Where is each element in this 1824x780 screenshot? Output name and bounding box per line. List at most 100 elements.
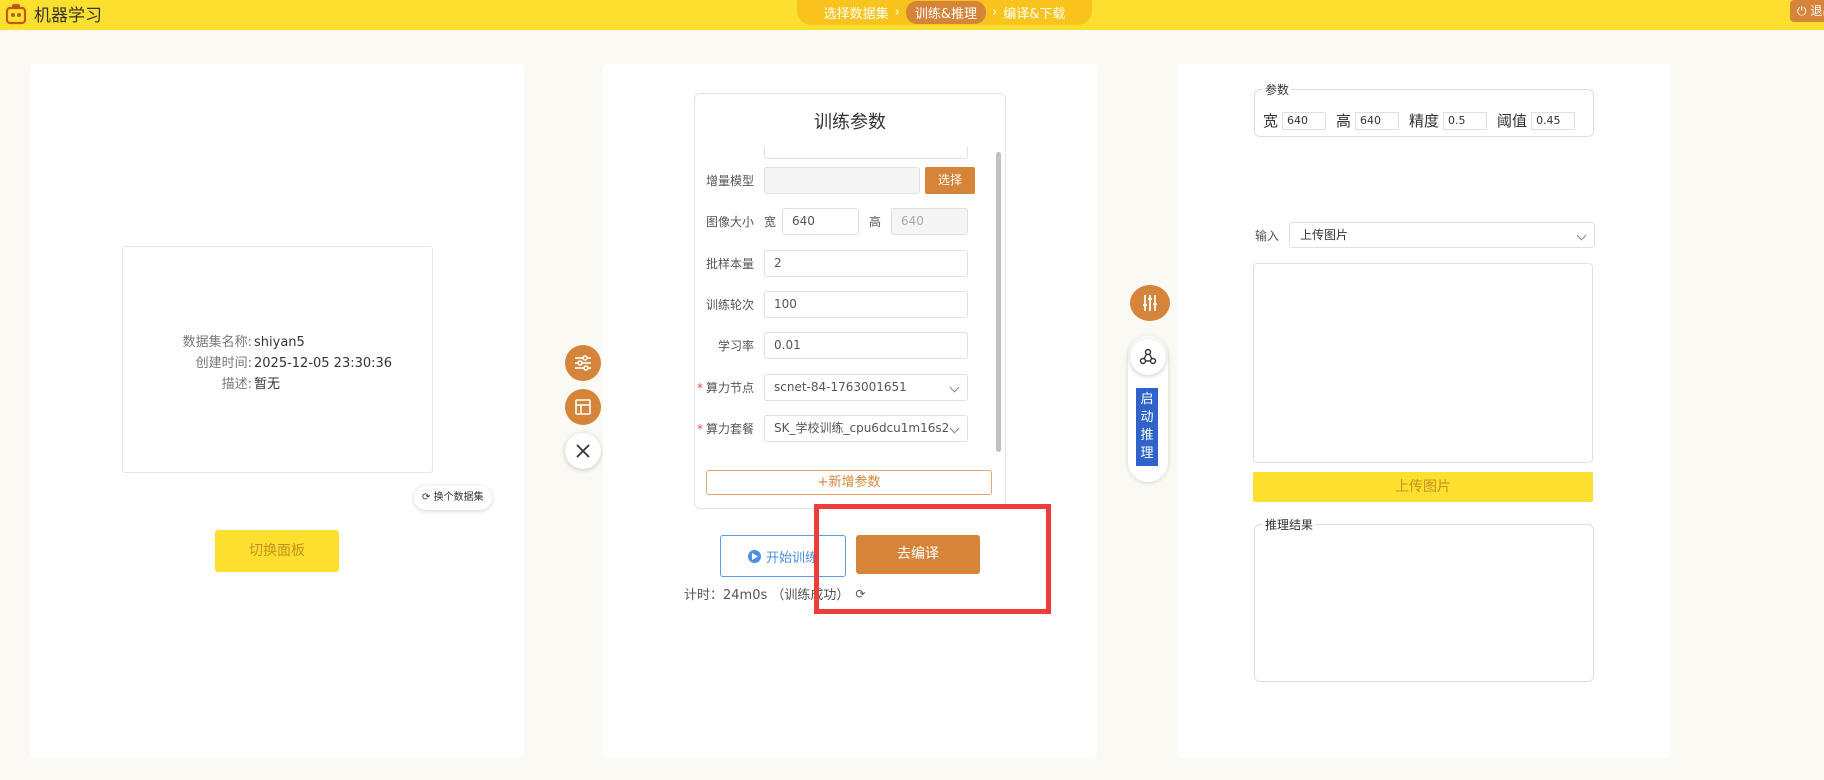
- logo: 机器学习: [4, 1, 102, 26]
- timer-text: 计时：24m0s （训练成功）: [684, 588, 850, 603]
- refresh-icon: ⟳: [422, 492, 431, 503]
- start-training-button[interactable]: 开始训练: [720, 535, 846, 577]
- required-mark: *: [696, 381, 703, 395]
- model-button[interactable]: [1130, 339, 1166, 375]
- dataset-created-row: 创建时间: 2025-12-05 23:30:36: [123, 353, 432, 374]
- batch-row: 批样本量 2: [695, 250, 985, 277]
- epochs-input[interactable]: 100: [764, 291, 968, 318]
- dataset-desc-value: 暂无: [254, 377, 281, 392]
- input-label: 输入: [1255, 228, 1280, 243]
- height-label: 高: [1336, 112, 1352, 130]
- play-icon: [747, 549, 761, 563]
- training-panel: 训练参数 增量模型 选择 图像大小 宽 640 高 640 批样本量 2 训练轮…: [603, 64, 1097, 757]
- goto-compile-button[interactable]: 去编译: [856, 535, 980, 574]
- dataset-panel: 数据集名称: shiyan5 创建时间: 2025-12-05 23:30:36 描…: [30, 64, 524, 757]
- node-select[interactable]: scnet-84-1763001651: [764, 374, 968, 401]
- image-size-label: 图像大小: [705, 215, 754, 229]
- inference-panel: 参数 宽 640 高 640 精度 0.5 阈值 0.45 输入 上传图片 上传…: [1177, 64, 1671, 757]
- batch-input[interactable]: 2: [764, 250, 968, 277]
- height-sublabel: 高: [868, 215, 881, 229]
- lr-label: 学习率: [717, 339, 754, 353]
- refresh-icon[interactable]: ⟳: [855, 587, 865, 601]
- image-size-row: 图像大小 宽 640 高 640: [695, 208, 985, 235]
- package-label: 算力套餐: [705, 422, 754, 436]
- sliders-icon: [575, 355, 591, 371]
- result-legend: 推理结果: [1263, 516, 1316, 533]
- node-label: 算力节点: [705, 381, 754, 395]
- exit-label: 退出: [1810, 4, 1824, 18]
- add-param-button[interactable]: +新增参数: [706, 470, 992, 495]
- dataset-info-card: 数据集名称: shiyan5 创建时间: 2025-12-05 23:30:36 描…: [122, 246, 433, 473]
- height-input[interactable]: 640: [1355, 111, 1400, 130]
- training-params-title: 训练参数: [814, 112, 886, 133]
- layout-button[interactable]: [565, 389, 601, 425]
- incremental-model-label: 增量模型: [705, 174, 754, 188]
- dataset-name-row: 数据集名称: shiyan5: [123, 332, 432, 353]
- threshold-input[interactable]: 0.45: [1531, 111, 1576, 130]
- upload-image-button[interactable]: 上传图片: [1253, 472, 1593, 502]
- choose-model-button[interactable]: 选择: [925, 167, 975, 194]
- training-params-card: 训练参数 增量模型 选择 图像大小 宽 640 高 640 批样本量 2 训练轮…: [694, 93, 1006, 509]
- dataset-desc-row: 描述: 暂无: [123, 374, 432, 395]
- node-value: scnet-84-1763001651: [774, 380, 907, 394]
- inference-settings-button[interactable]: [1130, 285, 1170, 321]
- image-width-input[interactable]: 640: [782, 208, 859, 235]
- dataset-name-value: shiyan5: [254, 335, 305, 350]
- step-select-dataset[interactable]: 选择数据集: [824, 3, 889, 22]
- settings-sliders-button[interactable]: [565, 345, 601, 381]
- dataset-created-label: 创建时间:: [195, 356, 252, 371]
- epochs-label: 训练轮次: [705, 298, 754, 312]
- switch-dataset-label: 换个数据集: [433, 492, 484, 503]
- step-compile-download[interactable]: 编译&下载: [1003, 3, 1065, 22]
- lr-input[interactable]: 0.01: [764, 332, 968, 359]
- form-scrollbar[interactable]: [996, 152, 1001, 452]
- incremental-model-input[interactable]: [764, 167, 920, 194]
- clipped-field[interactable]: [764, 147, 968, 159]
- dataset-created-value: 2025-12-05 23:30:36: [254, 356, 393, 371]
- exit-button[interactable]: ⏻ 退出: [1790, 0, 1824, 22]
- switch-dataset-button[interactable]: ⟳ 换个数据集: [414, 486, 492, 510]
- dataset-desc-label: 描述:: [221, 377, 252, 392]
- width-input[interactable]: 640: [1282, 111, 1327, 130]
- top-bar: 机器学习 选择数据集 › 训练&推理 › 编译&下载 ⏻ 退出: [0, 0, 1824, 30]
- input-select[interactable]: 上传图片: [1289, 222, 1595, 248]
- step-train-infer[interactable]: 训练&推理: [905, 1, 986, 24]
- dataset-name-label: 数据集名称:: [182, 335, 252, 350]
- inference-result-group: 推理结果: [1254, 516, 1594, 682]
- lr-row: 学习率 0.01: [695, 332, 985, 359]
- chevron-down-icon: [949, 382, 960, 393]
- close-icon: [576, 444, 590, 458]
- switch-panel-button[interactable]: 切换面板: [215, 530, 339, 572]
- precision-input[interactable]: 0.5: [1443, 111, 1488, 130]
- incremental-model-row: 增量模型 选择: [695, 167, 985, 194]
- step-nav: 选择数据集 › 训练&推理 › 编译&下载: [797, 0, 1092, 25]
- input-row: 输入 上传图片: [1255, 222, 1595, 248]
- package-select[interactable]: SK_学校训练_cpu6dcu1m16s2: [764, 415, 968, 442]
- image-preview-area[interactable]: [1253, 263, 1593, 463]
- chevron-right-icon: ›: [894, 5, 900, 20]
- layout-icon: [575, 399, 591, 415]
- app-title: 机器学习: [34, 6, 102, 26]
- start-inference-button[interactable]: 启动推理: [1136, 388, 1158, 466]
- node-row: * 算力节点 scnet-84-1763001651: [695, 374, 985, 401]
- close-button[interactable]: [565, 433, 601, 469]
- inference-params-group: 参数 宽 640 高 640 精度 0.5 阈值 0.45: [1254, 81, 1594, 137]
- width-sublabel: 宽: [764, 215, 777, 229]
- batch-label: 批样本量: [705, 257, 754, 271]
- robot-logo-icon: [5, 3, 27, 24]
- epochs-row: 训练轮次 100: [695, 291, 985, 318]
- clipped-row: [695, 147, 985, 159]
- cluster-icon: [1139, 348, 1157, 365]
- precision-label: 精度: [1409, 112, 1440, 130]
- training-timer: 计时：24m0s （训练成功） ⟳: [684, 584, 865, 604]
- image-height-input[interactable]: 640: [891, 208, 968, 235]
- package-row: * 算力套餐 SK_学校训练_cpu6dcu1m16s2: [695, 415, 985, 442]
- width-label: 宽: [1263, 112, 1279, 130]
- start-training-label: 开始训练: [765, 550, 818, 566]
- chevron-right-icon: ›: [992, 5, 998, 20]
- chevron-down-icon: [1576, 230, 1587, 241]
- required-mark: *: [696, 422, 703, 436]
- input-value: 上传图片: [1300, 228, 1349, 242]
- chevron-down-icon: [949, 423, 960, 434]
- equalizer-icon: [1143, 295, 1157, 311]
